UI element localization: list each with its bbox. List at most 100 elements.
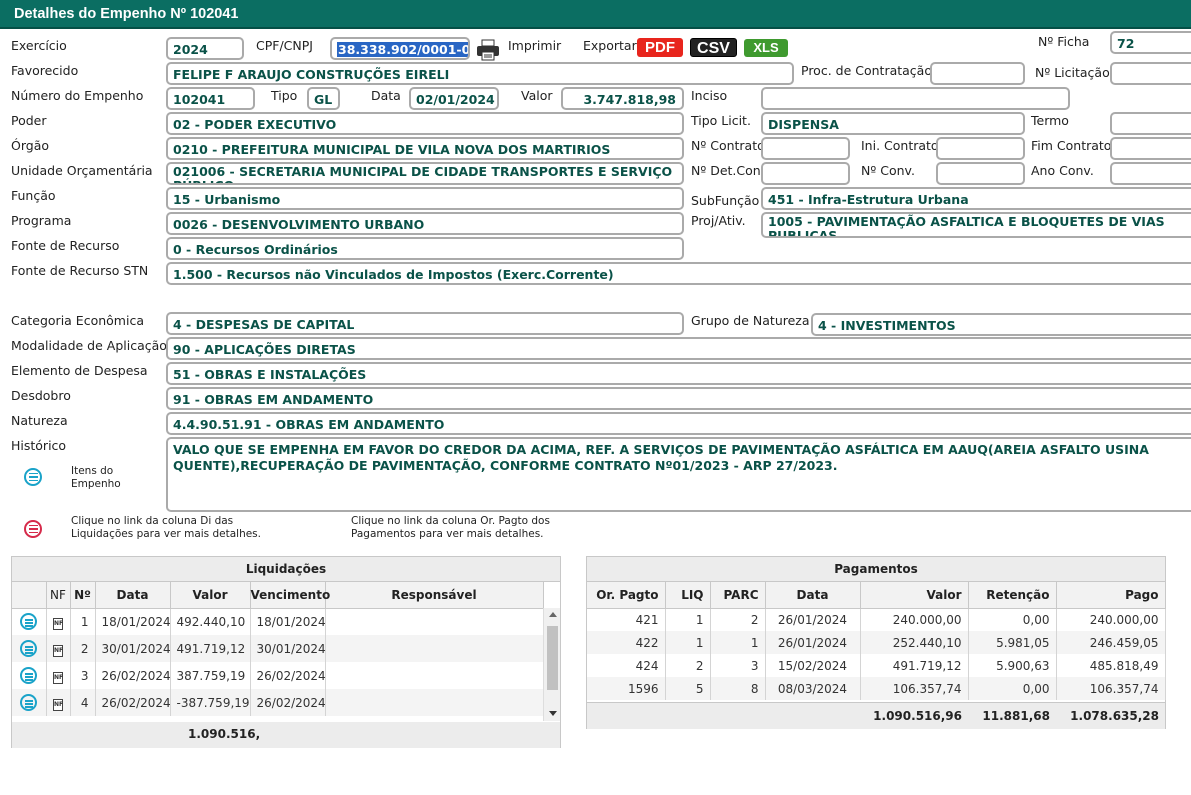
details-icon[interactable]	[20, 694, 38, 711]
window-title: Detalhes do Empenho Nº 102041	[0, 0, 1191, 29]
orgao-field[interactable]: 0210 - PREFEITURA MUNICIPAL DE VILA NOVA…	[166, 137, 684, 160]
pagamentos-footer: 1.090.516,96 11.881,68 1.078.635,28	[587, 702, 1165, 729]
hint-pagamentos: Clique no link da coluna Or. Pagto dos P…	[351, 515, 550, 540]
licitacao-field[interactable]	[1110, 62, 1191, 85]
fim-contrato-field[interactable]	[1110, 137, 1191, 160]
ficha-field[interactable]: 72	[1110, 31, 1191, 54]
export-pdf-button[interactable]: PDF	[637, 38, 683, 57]
cell-pago: 106.357,74	[1056, 677, 1166, 700]
table-row: 424 2 3 15/02/2024 491.719,12 5.900,63 4…	[587, 654, 1166, 677]
printer-icon[interactable]	[476, 39, 500, 61]
label-tipo: Tipo	[271, 88, 298, 103]
export-xls-button[interactable]: XLS	[744, 39, 788, 57]
cpf-field[interactable]: 38.338.902/0001-05	[330, 37, 470, 60]
col-valor[interactable]: Valor	[170, 582, 251, 609]
scroll-up-arrow-icon[interactable]	[549, 612, 557, 617]
categoria-field[interactable]: 4 - DESPESAS DE CAPITAL	[166, 312, 684, 335]
label-elemento: Elemento de Despesa	[11, 363, 148, 378]
termo-field[interactable]	[1110, 112, 1191, 135]
col-liq[interactable]: LIQ	[665, 582, 711, 609]
cell-data: 15/02/2024	[765, 654, 861, 677]
col-parc[interactable]: PARC	[710, 582, 766, 609]
proc-field[interactable]	[930, 62, 1025, 85]
col-pago[interactable]: Pago	[1056, 582, 1166, 609]
col-data[interactable]: Data	[765, 582, 861, 609]
cell-pago: 246.459,05	[1056, 631, 1166, 654]
col-or-pagto[interactable]: Or. Pagto	[587, 582, 666, 609]
hint-liquidacoes: Clique no link da coluna Di das Liquidaç…	[71, 515, 261, 540]
proj-ativ-field[interactable]: 1005 - PAVIMENTAÇÃO ASFALTICA E BLOQUETE…	[761, 212, 1191, 238]
details-icon[interactable]	[20, 613, 38, 631]
col-retencao[interactable]: Retenção	[968, 582, 1057, 609]
cell-num[interactable]: 4	[70, 689, 96, 716]
table-row: 422 1 1 26/01/2024 252.440,10 5.981,05 2…	[587, 631, 1166, 654]
label-natureza: Natureza	[11, 413, 68, 428]
nf-document-icon[interactable]: NF	[53, 698, 63, 711]
label-proc: Proc. de Contratação	[801, 63, 932, 78]
exercicio-field[interactable]: 2024	[166, 37, 244, 60]
natureza-field[interactable]: 4.4.90.51.91 - OBRAS EM ANDAMENTO	[166, 412, 1191, 435]
fonte-stn-field[interactable]: 1.500 - Recursos não Vinculados de Impos…	[166, 262, 1191, 285]
cell-or-pagto[interactable]: 421	[587, 608, 666, 631]
cell-data: 26/01/2024	[765, 608, 861, 631]
liquidacoes-list-icon	[24, 520, 42, 538]
modalidade-field[interactable]: 90 - APLICAÇÕES DIRETAS	[166, 337, 1191, 360]
cell-or-pagto[interactable]: 422	[587, 631, 666, 654]
details-icon[interactable]	[20, 667, 38, 684]
funcao-field[interactable]: 15 - Urbanismo	[166, 187, 684, 210]
nf-document-icon[interactable]: NF	[53, 671, 63, 684]
favorecido-field[interactable]: FELIPE F ARAUJO CONSTRUÇÕES EIRELI	[166, 62, 794, 85]
fonte-field[interactable]: 0 - Recursos Ordinários	[166, 237, 684, 260]
label-programa: Programa	[11, 213, 72, 228]
col-responsavel[interactable]: Responsável	[325, 582, 544, 609]
scrollbar[interactable]	[543, 608, 560, 721]
label-exercicio: Exercício	[11, 38, 67, 53]
desdobro-field[interactable]: 91 - OBRAS EM ANDAMENTO	[166, 387, 1191, 410]
programa-field[interactable]: 0026 - DESENVOLVIMENTO URBANO	[166, 212, 684, 235]
ini-contrato-field[interactable]	[936, 137, 1025, 160]
cell-num[interactable]: 2	[70, 635, 96, 662]
label-ficha: Nº Ficha	[1038, 34, 1090, 49]
cell-or-pagto[interactable]: 424	[587, 654, 666, 677]
ano-conv-field[interactable]	[1110, 162, 1191, 185]
nf-document-icon[interactable]: NF	[53, 644, 63, 657]
cell-num[interactable]: 1	[70, 608, 96, 635]
historico-field[interactable]: VALO QUE SE EMPENHA EM FAVOR DO CREDOR D…	[166, 437, 1191, 512]
unidade-field[interactable]: 021006 - SECRETARIA MUNICIPAL DE CIDADE …	[166, 162, 684, 185]
col-vencimento[interactable]: Vencimento	[250, 582, 330, 609]
numero-empenho-field[interactable]: 102041	[166, 87, 255, 110]
label-poder: Poder	[11, 113, 47, 128]
cpf-value: 38.338.902/0001-05	[337, 42, 468, 57]
label-n-det-cont: Nº Det.Cont	[691, 163, 766, 178]
items-list-icon[interactable]	[24, 468, 42, 486]
n-conv-field[interactable]	[936, 162, 1025, 185]
data-field[interactable]: 02/01/2024	[409, 87, 499, 110]
tipo-licit-field[interactable]: DISPENSA	[761, 112, 1025, 135]
grupo-field[interactable]: 4 - INVESTIMENTOS	[811, 313, 1191, 336]
elemento-field[interactable]: 51 - OBRAS E INSTALAÇÕES	[166, 362, 1191, 385]
cell-responsavel	[325, 662, 544, 689]
col-nf[interactable]: NF	[46, 582, 71, 609]
label-fonte-stn: Fonte de Recurso STN	[11, 263, 149, 278]
cell-or-pagto[interactable]: 1596	[587, 677, 666, 700]
scroll-down-arrow-icon[interactable]	[549, 711, 557, 716]
export-csv-button[interactable]: CSV	[690, 38, 737, 57]
itens-empenho-link[interactable]: Itens do Empenho	[71, 465, 141, 491]
cell-valor: 240.000,00	[860, 608, 969, 631]
col-valor[interactable]: Valor	[860, 582, 969, 609]
n-contrato-field[interactable]	[761, 137, 850, 160]
inciso-field[interactable]	[761, 87, 1070, 110]
label-categoria: Categoria Econômica	[11, 313, 144, 328]
poder-field[interactable]: 02 - PODER EXECUTIVO	[166, 112, 684, 135]
col-data[interactable]: Data	[95, 582, 171, 609]
valor-field[interactable]: 3.747.818,98	[561, 87, 684, 110]
n-det-cont-field[interactable]	[761, 162, 850, 185]
tipo-field[interactable]: GL	[307, 87, 340, 110]
print-link[interactable]: Imprimir	[508, 38, 561, 53]
details-icon[interactable]	[20, 640, 38, 657]
subfuncao-field[interactable]: 451 - Infra-Estrutura Urbana	[761, 187, 1191, 210]
nf-document-icon[interactable]: NF	[53, 617, 63, 630]
cell-num[interactable]: 3	[70, 662, 96, 689]
col-num[interactable]: Nº	[70, 582, 96, 609]
scroll-thumb[interactable]	[547, 626, 558, 690]
